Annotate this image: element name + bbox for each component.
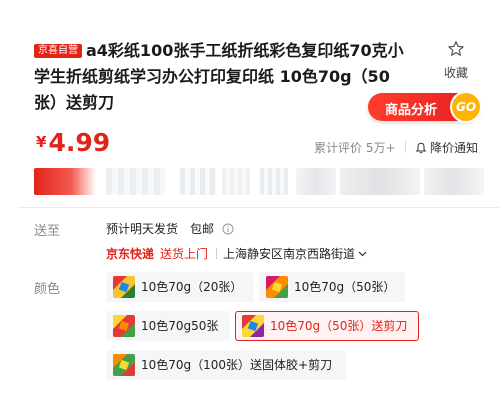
product-title: 京喜自营 a4彩纸100张手工纸折纸彩色复印纸70克小学生折纸剪纸学习办公打印复印… (34, 38, 404, 116)
self-operated-badge: 京喜自营 (34, 44, 82, 58)
blurred-promo-tag (106, 168, 166, 195)
review-label: 累计评价 (314, 141, 363, 155)
section-divider (18, 207, 500, 208)
notify-label: 降价通知 (430, 141, 479, 155)
top-strip (0, 0, 500, 20)
option-thumbnail (266, 276, 288, 298)
option-label: 10色70g50张 (141, 319, 219, 333)
price-drop-notify-button[interactable]: 降价通知 (415, 139, 478, 156)
option-label: 10色70g（50张） (294, 280, 396, 294)
blurred-promo-tag (296, 168, 336, 195)
option-label: 10色70g（20张） (141, 280, 243, 294)
ship-to-label: 送至 (34, 224, 61, 239)
ship-eta: 预计明天发货 (106, 222, 179, 236)
option-thumbnail (113, 354, 135, 376)
blurred-promo-tag (180, 168, 216, 195)
jd-express-label: 京东快递 (106, 247, 155, 261)
product-analysis-button[interactable]: 商品分析 GO (368, 91, 482, 123)
color-option[interactable]: 10色70g（20张） (106, 272, 254, 302)
free-shipping: 包邮 (190, 222, 215, 236)
bell-icon (415, 142, 427, 154)
product-analysis-label: 商品分析 (385, 103, 438, 118)
price-value: 4.99 (48, 128, 111, 157)
color-option[interactable]: 10色70g（50张） (259, 272, 405, 302)
price-symbol: ¥ (36, 133, 47, 151)
delivery-row: 京东快递 送货上门 上海静安区南京西路街道 (106, 245, 367, 262)
option-label: 10色70g（50张）送剪刀 (270, 319, 408, 333)
blurred-promo-tag (340, 168, 420, 195)
price: ¥4.99 (36, 128, 110, 157)
color-option[interactable]: 10色70g（100张）送固体胶+剪刀 (106, 350, 346, 380)
shipping-info: 预计明天发货 包邮 (106, 220, 234, 237)
product-title-text: a4彩纸100张手工纸折纸彩色复印纸70克小学生折纸剪纸学习办公打印复印纸 10… (34, 41, 404, 112)
chevron-down-icon (358, 251, 367, 257)
color-option-selected[interactable]: 10色70g（50张）送剪刀 (235, 311, 419, 341)
favorite-label: 收藏 (443, 66, 468, 80)
option-label: 10色70g（100张）送固体胶+剪刀 (141, 358, 333, 372)
blurred-promo-tag (34, 168, 96, 195)
review-count[interactable]: 累计评价 5万+ (314, 139, 396, 156)
address-selector[interactable]: 上海静安区南京西路街道 (223, 247, 367, 261)
option-thumbnail (113, 315, 135, 337)
info-icon[interactable] (222, 223, 234, 235)
option-thumbnail (113, 276, 135, 298)
divider (405, 140, 406, 153)
option-thumbnail (242, 315, 264, 337)
address-text: 上海静安区南京西路街道 (223, 247, 356, 261)
divider (216, 248, 218, 259)
blurred-promo-tag (260, 168, 288, 195)
favorite-button[interactable]: 收藏 (438, 40, 474, 81)
color-option[interactable]: 10色70g50张 (106, 311, 230, 341)
blurred-promo-tag (222, 168, 250, 195)
go-badge: GO (450, 91, 482, 123)
review-number: 5万+ (365, 141, 396, 155)
blurred-promo-tag (424, 168, 484, 195)
star-icon (448, 41, 464, 56)
color-label: 颜色 (34, 282, 61, 297)
promotion-row-blurred (34, 168, 484, 195)
door-delivery-label: 送货上门 (160, 247, 209, 261)
